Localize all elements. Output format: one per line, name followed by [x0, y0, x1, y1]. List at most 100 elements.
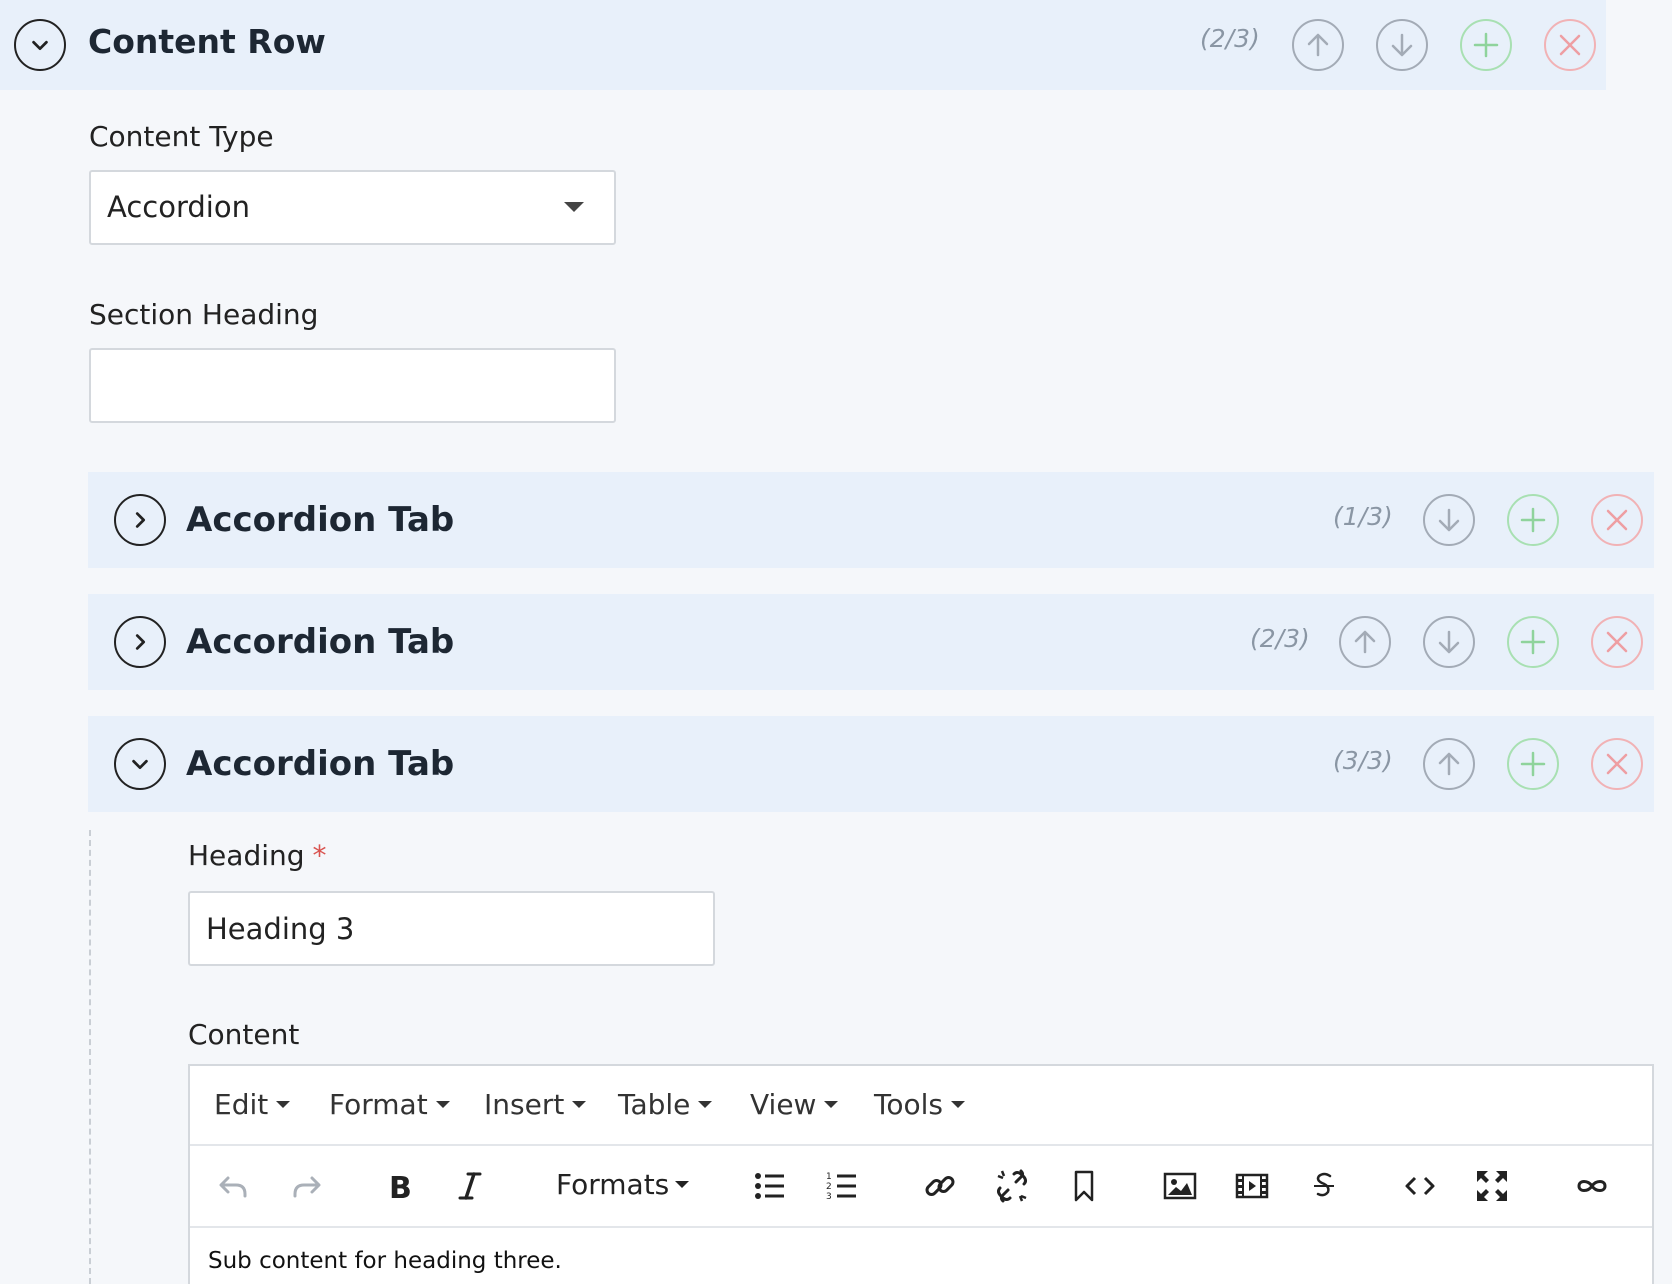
- undo-button[interactable]: [212, 1164, 256, 1208]
- bookmark-button[interactable]: [1062, 1164, 1106, 1208]
- section-heading-input[interactable]: [89, 348, 616, 423]
- menu-edit-label: Edit: [214, 1088, 269, 1121]
- menu-view-label: View: [750, 1088, 817, 1121]
- move-up-button[interactable]: [1339, 616, 1391, 668]
- tab-counter: (2/3): [1250, 624, 1310, 653]
- content-row-header: Content Row (2/3): [0, 0, 1606, 90]
- caret-down-icon: [824, 1100, 839, 1108]
- fullscreen-button[interactable]: [1470, 1164, 1514, 1208]
- close-icon: [1559, 34, 1581, 56]
- svg-text:2: 2: [826, 1182, 832, 1192]
- close-icon: [1606, 753, 1628, 775]
- expand-toggle[interactable]: [114, 494, 166, 546]
- arrow-down-icon: [1438, 508, 1460, 532]
- add-tab-button[interactable]: [1507, 494, 1559, 546]
- content-row-title: Content Row: [88, 22, 326, 61]
- collapse-toggle[interactable]: [14, 19, 66, 71]
- menu-tools[interactable]: Tools: [874, 1088, 965, 1121]
- move-up-button[interactable]: [1292, 19, 1344, 71]
- arrow-up-icon: [1307, 33, 1329, 57]
- rich-text-editor: Edit Format Insert Table View Tools B Fo…: [188, 1064, 1654, 1284]
- required-asterisk: *: [312, 839, 327, 872]
- bookmark-icon: [1074, 1170, 1094, 1202]
- editor-body-text[interactable]: Sub content for heading three.: [208, 1248, 562, 1274]
- arrow-down-icon: [1438, 630, 1460, 654]
- bullet-list-button[interactable]: [748, 1164, 792, 1208]
- bullet-list-icon: [755, 1173, 784, 1199]
- redo-button[interactable]: [284, 1164, 328, 1208]
- tab-counter: (1/3): [1333, 502, 1393, 531]
- expand-toggle[interactable]: [114, 616, 166, 668]
- menu-view[interactable]: View: [750, 1088, 839, 1121]
- menu-table-label: Table: [618, 1088, 691, 1121]
- menu-edit[interactable]: Edit: [214, 1088, 291, 1121]
- tab-counter: (3/3): [1333, 746, 1393, 775]
- plus-icon: [1473, 32, 1499, 58]
- heading-input[interactable]: [188, 891, 715, 966]
- arrow-up-icon: [1438, 752, 1460, 776]
- video-button[interactable]: [1230, 1164, 1274, 1208]
- arrow-down-icon: [1391, 33, 1413, 57]
- heading-label: Heading *: [188, 839, 327, 872]
- caret-down-icon: [675, 1180, 690, 1188]
- remove-tab-button[interactable]: [1591, 494, 1643, 546]
- accordion-tab-title: Accordion Tab: [186, 622, 455, 662]
- svg-text:3: 3: [826, 1192, 832, 1202]
- caret-down-icon: [435, 1100, 450, 1108]
- close-icon: [1606, 631, 1628, 653]
- anchor-link-button[interactable]: [1570, 1164, 1614, 1208]
- link-button[interactable]: [918, 1164, 962, 1208]
- caret-down-icon: [950, 1100, 965, 1108]
- chevron-down-icon: [132, 759, 148, 770]
- move-up-button[interactable]: [1423, 738, 1475, 790]
- menu-insert[interactable]: Insert: [484, 1088, 587, 1121]
- move-down-button[interactable]: [1423, 494, 1475, 546]
- numbered-list-icon: 123: [826, 1172, 856, 1202]
- bold-icon: B: [389, 1171, 412, 1204]
- add-tab-button[interactable]: [1507, 616, 1559, 668]
- accordion-tab-header-3: Accordion Tab (3/3): [88, 716, 1654, 812]
- chevron-right-icon: [135, 512, 146, 528]
- strikethrough-icon: [1314, 1172, 1334, 1197]
- dropdown-caret-icon: [564, 202, 584, 212]
- heading-label-text: Heading: [188, 839, 305, 872]
- image-button[interactable]: [1158, 1164, 1202, 1208]
- plus-icon: [1520, 751, 1546, 777]
- undo-icon: [219, 1176, 247, 1198]
- content-type-select[interactable]: Accordion: [89, 170, 616, 245]
- content-label: Content: [188, 1018, 300, 1051]
- strikethrough-button[interactable]: [1302, 1164, 1346, 1208]
- content-type-label: Content Type: [89, 120, 274, 153]
- move-down-button[interactable]: [1423, 616, 1475, 668]
- video-icon: [1235, 1173, 1269, 1199]
- accordion-tab-title: Accordion Tab: [186, 500, 455, 540]
- unlink-button[interactable]: [990, 1164, 1034, 1208]
- chevron-right-icon: [135, 634, 146, 650]
- svg-text:B: B: [389, 1171, 412, 1204]
- add-row-button[interactable]: [1460, 19, 1512, 71]
- chevron-down-icon: [32, 40, 48, 51]
- bold-button[interactable]: B: [376, 1164, 420, 1208]
- caret-down-icon: [572, 1100, 587, 1108]
- menu-table[interactable]: Table: [618, 1088, 713, 1121]
- close-icon: [1606, 509, 1628, 531]
- nested-content-guide: [89, 830, 91, 1284]
- menu-format[interactable]: Format: [329, 1088, 450, 1121]
- numbered-list-button[interactable]: 123: [820, 1164, 864, 1208]
- code-icon: [1405, 1176, 1435, 1196]
- remove-row-button[interactable]: [1544, 19, 1596, 71]
- caret-down-icon: [698, 1100, 713, 1108]
- source-code-button[interactable]: [1398, 1164, 1442, 1208]
- remove-tab-button[interactable]: [1591, 738, 1643, 790]
- collapse-toggle[interactable]: [114, 738, 166, 790]
- menu-insert-label: Insert: [484, 1088, 565, 1121]
- italic-icon: [458, 1172, 482, 1200]
- italic-button[interactable]: [448, 1164, 492, 1208]
- formats-dropdown[interactable]: Formats: [556, 1168, 690, 1201]
- add-tab-button[interactable]: [1507, 738, 1559, 790]
- move-down-button[interactable]: [1376, 19, 1428, 71]
- arrow-up-icon: [1354, 630, 1376, 654]
- redo-icon: [293, 1176, 321, 1198]
- remove-tab-button[interactable]: [1591, 616, 1643, 668]
- content-type-value: Accordion: [107, 190, 250, 224]
